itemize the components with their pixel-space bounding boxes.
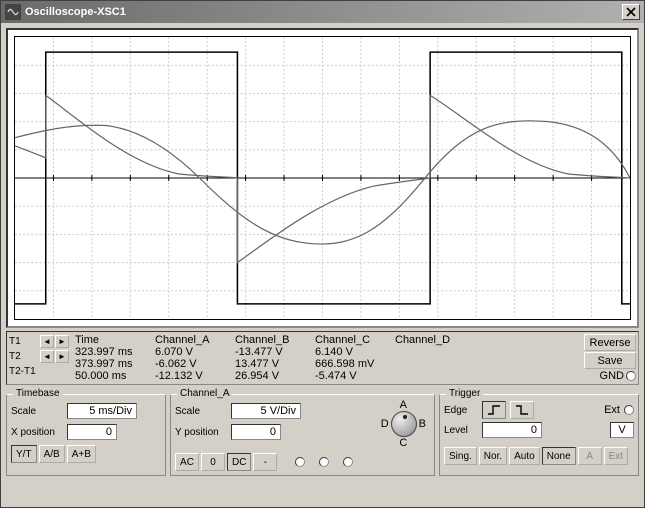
- hdr-cha: Channel_A: [153, 334, 233, 346]
- cursor-t2-label: T2: [9, 351, 39, 362]
- dial-a-label: A: [400, 399, 407, 411]
- control-panel: Timebase Scale 5 ms/Div X position 0 Y/T…: [6, 388, 639, 476]
- app-icon: [5, 4, 21, 20]
- invert-button[interactable]: -: [253, 453, 277, 471]
- dial-c-label: C: [399, 437, 407, 449]
- zero-button[interactable]: 0: [201, 453, 225, 471]
- rising-edge-icon: [487, 405, 501, 415]
- cursor-diff-label: T2-T1: [9, 366, 39, 377]
- diff-chc: -5.474 V: [313, 370, 393, 382]
- hdr-chc: Channel_C: [313, 334, 393, 346]
- close-icon[interactable]: [622, 4, 640, 20]
- tb-xpos-input[interactable]: 0: [67, 424, 117, 440]
- window-title: Oscilloscope-XSC1: [25, 6, 622, 18]
- ch-scale-input[interactable]: 5 V/Div: [231, 403, 301, 419]
- ch-radio-1[interactable]: [295, 457, 305, 467]
- dial-b-label: B: [419, 418, 426, 430]
- hdr-chd: Channel_D: [393, 334, 473, 346]
- channel-dial-wrap: A D B C: [381, 399, 426, 449]
- nor-button[interactable]: Nor.: [479, 447, 507, 465]
- timebase-group: Timebase Scale 5 ms/Div X position 0 Y/T…: [6, 394, 166, 476]
- dial-d-label: D: [381, 418, 389, 430]
- t1-chb: -13.477 V: [233, 346, 313, 358]
- gnd-label: GND: [600, 370, 624, 382]
- falling-edge-icon: [515, 405, 529, 415]
- level-unit-input[interactable]: V: [610, 422, 634, 438]
- dc-button[interactable]: DC: [227, 453, 251, 471]
- edge-falling-button[interactable]: [510, 401, 534, 419]
- t1-cha: 6.070 V: [153, 346, 233, 358]
- yt-button[interactable]: Y/T: [11, 445, 37, 463]
- t1-chd: [393, 346, 473, 358]
- t2-chd: [393, 358, 473, 370]
- hdr-time: Time: [73, 334, 153, 346]
- readout-table: Time Channel_A Channel_B Channel_C Chann…: [73, 334, 580, 382]
- scope-screen[interactable]: [14, 36, 631, 320]
- readout-panel: T1 ◄ ► T2 ◄ ► T2-T1 Time Channel_A Chann…: [6, 331, 639, 385]
- channel-title: Channel_A: [177, 388, 232, 399]
- t2-chc: 666.598 mV: [313, 358, 393, 370]
- timebase-title: Timebase: [13, 388, 63, 399]
- content-area: T1 ◄ ► T2 ◄ ► T2-T1 Time Channel_A Chann…: [1, 23, 644, 507]
- diff-chb: 26.954 V: [233, 370, 313, 382]
- reverse-button[interactable]: Reverse: [584, 334, 636, 351]
- ext-label: Ext: [604, 404, 620, 416]
- readout-side-buttons: Reverse Save GND: [584, 334, 636, 382]
- ac-button[interactable]: AC: [175, 453, 199, 471]
- hdr-chb: Channel_B: [233, 334, 313, 346]
- sing-button[interactable]: Sing.: [444, 447, 477, 465]
- t1-left-icon[interactable]: ◄: [40, 335, 54, 348]
- trigger-group: Trigger Edge Ext Level 0: [439, 394, 639, 476]
- channel-group: Channel_A Scale 5 V/Div Y position 0: [170, 394, 435, 476]
- ch-radio-2[interactable]: [319, 457, 329, 467]
- auto-button[interactable]: Auto: [509, 447, 540, 465]
- level-label: Level: [444, 425, 478, 436]
- channel-selector-dial[interactable]: [391, 411, 417, 437]
- diff-time: 50.000 ms: [73, 370, 153, 382]
- t2-chb: 13.477 V: [233, 358, 313, 370]
- t1-chc: 6.140 V: [313, 346, 393, 358]
- t1-time: 323.997 ms: [73, 346, 153, 358]
- ext-radio[interactable]: [624, 405, 634, 415]
- t2-time: 373.997 ms: [73, 358, 153, 370]
- diff-cha: -12.132 V: [153, 370, 233, 382]
- tb-xpos-label: X position: [11, 427, 63, 438]
- none-button[interactable]: None: [542, 447, 576, 465]
- ch-radio-3[interactable]: [343, 457, 353, 467]
- t1-right-icon[interactable]: ►: [55, 335, 69, 348]
- t2-left-icon[interactable]: ◄: [40, 350, 54, 363]
- trigger-title: Trigger: [446, 388, 483, 399]
- cursor-controls: T1 ◄ ► T2 ◄ ► T2-T1: [9, 334, 69, 382]
- trig-ext-button[interactable]: Ext: [604, 447, 628, 465]
- scope-screen-frame: [6, 28, 639, 328]
- ch-ypos-label: Y position: [175, 427, 227, 438]
- gnd-radio[interactable]: [626, 371, 636, 381]
- t2-right-icon[interactable]: ►: [55, 350, 69, 363]
- aplusb-button[interactable]: A+B: [67, 445, 96, 463]
- waveform-display: [15, 37, 630, 319]
- titlebar: Oscilloscope-XSC1: [1, 1, 644, 23]
- ch-ypos-input[interactable]: 0: [231, 424, 281, 440]
- tb-scale-input[interactable]: 5 ms/Div: [67, 403, 137, 419]
- save-button[interactable]: Save: [584, 352, 636, 369]
- edge-label: Edge: [444, 405, 478, 416]
- trig-a-button[interactable]: A: [578, 447, 602, 465]
- oscilloscope-window: Oscilloscope-XSC1: [0, 0, 645, 508]
- cursor-t1-label: T1: [9, 336, 39, 347]
- t2-cha: -6.062 V: [153, 358, 233, 370]
- tb-scale-label: Scale: [11, 406, 63, 417]
- ab-button[interactable]: A/B: [39, 445, 65, 463]
- ch-scale-label: Scale: [175, 406, 227, 417]
- level-input[interactable]: 0: [482, 422, 542, 438]
- diff-chd: [393, 370, 473, 382]
- edge-rising-button[interactable]: [482, 401, 506, 419]
